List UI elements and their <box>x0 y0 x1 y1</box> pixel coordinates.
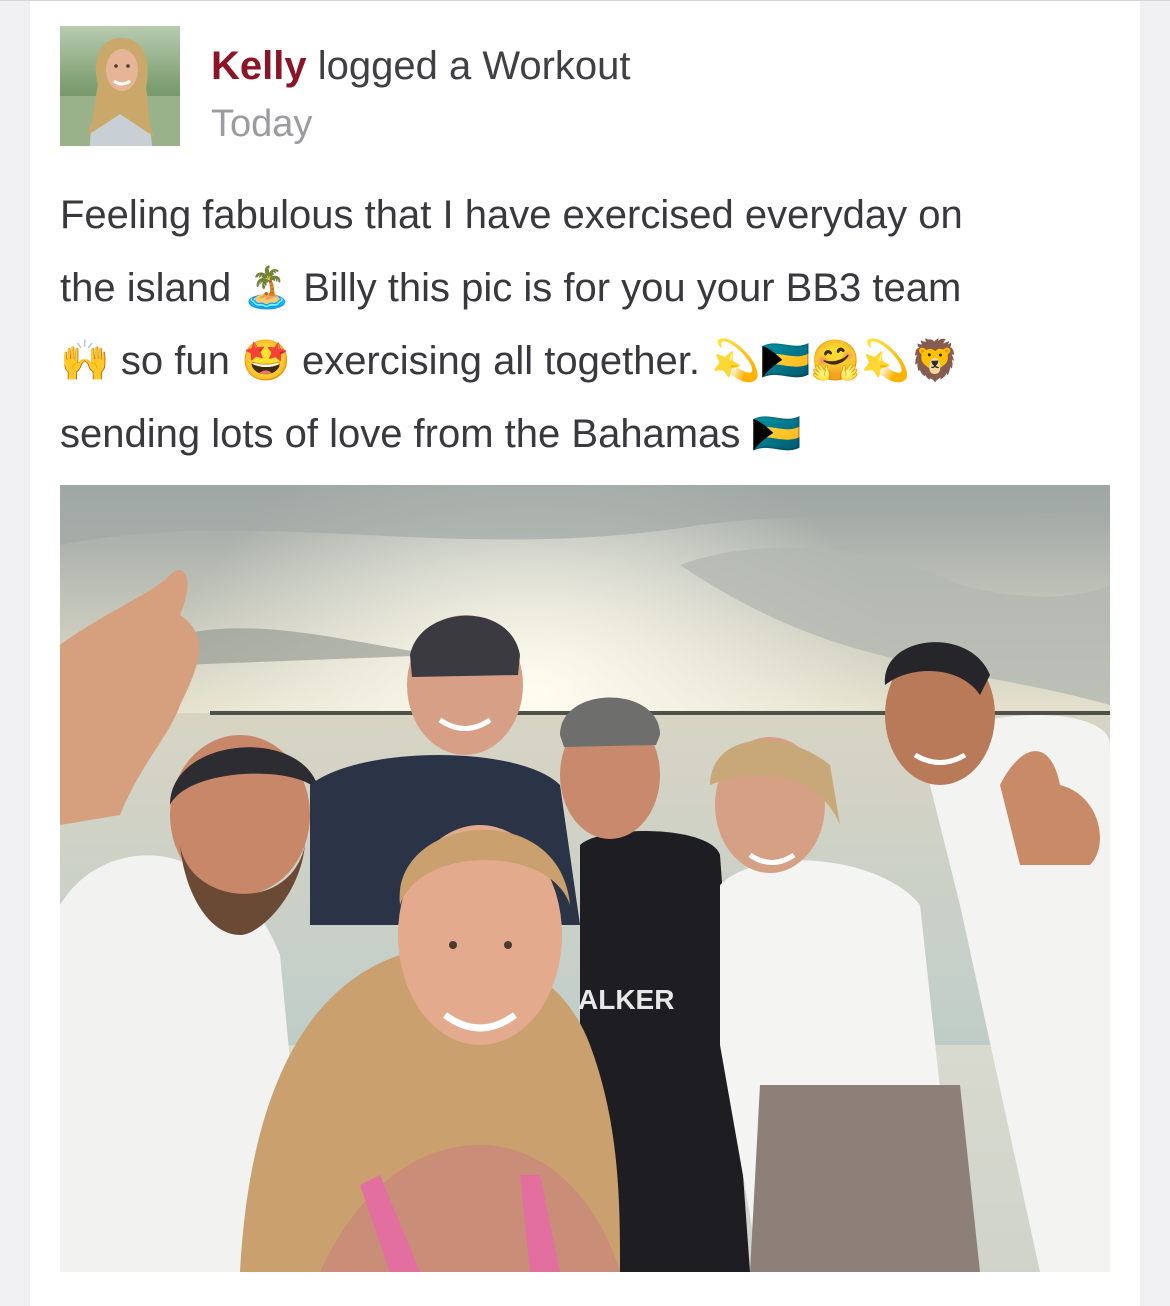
dizzy-emoji: 💫 <box>711 338 761 384</box>
raising-hands-emoji: 🙌 <box>60 338 110 384</box>
post-body-line: sending lots of love from the Bahamas 🇧🇸 <box>60 398 1120 471</box>
post-body-text: so fun <box>109 339 242 383</box>
post-timestamp: Today <box>211 103 313 145</box>
post-body-text: Billy this pic is for you your BB3 team <box>292 266 962 310</box>
group-selfie-photo: ALKER <box>60 485 1110 1272</box>
post-header: Kelly logged a Workout <box>211 41 631 91</box>
activity-feed-page: Kelly logged a Workout Today Feeling fab… <box>0 0 1170 1306</box>
post-body-text: Feeling fabulous that I have exercised e… <box>60 193 963 237</box>
post-body-line: the island 🏝️ Billy this pic is for you … <box>60 252 1120 325</box>
author-name-link[interactable]: Kelly <box>211 44 307 88</box>
post-body-text: sending lots of love from the Bahamas <box>60 412 752 456</box>
post-body-line: 🙌 so fun 🤩 exercising all together. 💫🇧🇸🤗… <box>60 325 1120 398</box>
lion-emoji: 🦁 <box>910 338 961 384</box>
star-struck-emoji: 🤩 <box>241 338 291 384</box>
post-body-text: exercising all together. <box>290 339 712 383</box>
desert-island-emoji: 🏝️ <box>242 265 293 311</box>
post-body-text: the island <box>60 266 243 310</box>
post-body: Feeling fabulous that I have exercised e… <box>60 179 1120 471</box>
post-photo[interactable]: ALKER <box>60 485 1110 1272</box>
avatar[interactable] <box>60 26 180 146</box>
bahamas-flag-emoji: 🇧🇸 <box>751 411 802 457</box>
photo-shirt-text: ALKER <box>578 984 674 1015</box>
avatar-image <box>60 26 180 146</box>
post-action-text: logged a Workout <box>306 44 631 88</box>
feed-post-card: Kelly logged a Workout Today Feeling fab… <box>30 1 1140 1306</box>
hugging-face-emoji: 🤗 <box>810 338 861 384</box>
dizzy-emoji: 💫 <box>860 338 911 384</box>
bahamas-flag-emoji: 🇧🇸 <box>760 338 811 384</box>
post-body-line: Feeling fabulous that I have exercised e… <box>60 179 1120 252</box>
